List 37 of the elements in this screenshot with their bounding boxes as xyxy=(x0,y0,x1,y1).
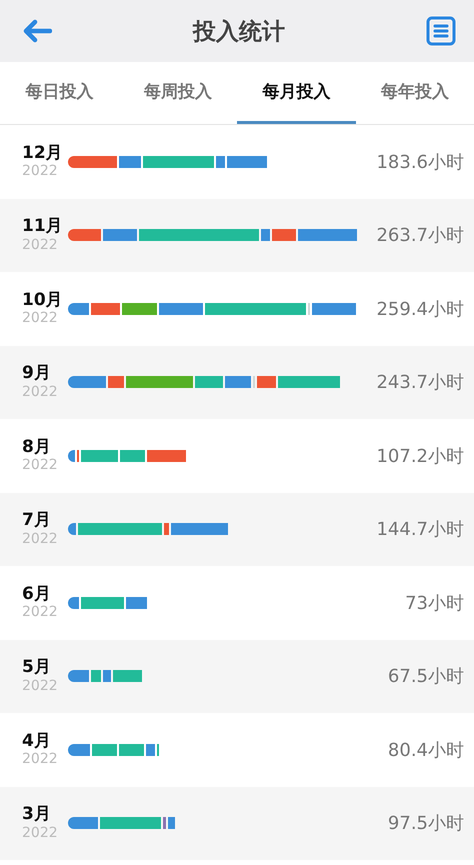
hours-total: 67.5小时 xyxy=(386,665,464,688)
hours-total: 183.6小时 xyxy=(375,150,464,174)
period-tab[interactable]: 每年投入 xyxy=(356,62,474,124)
hours-total: 107.2小时 xyxy=(375,444,464,468)
month-label: 11月 xyxy=(22,217,64,237)
period-tab[interactable]: 每日投入 xyxy=(0,62,118,124)
year-label: 2022 xyxy=(22,310,59,327)
hours-total: 144.7小时 xyxy=(375,518,464,542)
month-label: 10月 xyxy=(22,290,64,310)
month-label: 3月 xyxy=(22,805,52,825)
year-label: 2022 xyxy=(22,530,59,548)
year-label: 2022 xyxy=(22,751,59,768)
year-label: 2022 xyxy=(22,678,59,694)
month-label: 7月 xyxy=(22,511,52,531)
month-label: 9月 xyxy=(22,364,52,384)
back-arrow-icon[interactable] xyxy=(22,19,52,43)
month-label: 5月 xyxy=(22,658,52,678)
hours-total: 259.4小时 xyxy=(375,298,464,321)
year-label: 2022 xyxy=(22,236,59,254)
page-title: 投入统计 xyxy=(193,18,285,46)
month-label: 6月 xyxy=(22,584,52,604)
year-label: 2022 xyxy=(22,163,59,180)
year-label: 2022 xyxy=(22,384,59,400)
hours-total: 243.7小时 xyxy=(375,371,464,394)
year-label: 2022 xyxy=(22,604,59,621)
period-tab[interactable]: 每月投入 xyxy=(237,62,356,124)
list-menu-icon[interactable] xyxy=(426,16,456,46)
month-label: 12月 xyxy=(22,144,64,164)
hours-total: 80.4小时 xyxy=(386,738,464,762)
period-tab[interactable]: 每周投入 xyxy=(118,62,237,124)
month-label: 8月 xyxy=(22,438,52,458)
year-label: 2022 xyxy=(22,824,59,842)
hours-total: 73小时 xyxy=(404,592,464,615)
hours-total: 97.5小时 xyxy=(386,812,464,836)
month-label: 4月 xyxy=(22,732,52,752)
hours-total: 263.7小时 xyxy=(375,224,464,248)
year-label: 2022 xyxy=(22,457,59,474)
